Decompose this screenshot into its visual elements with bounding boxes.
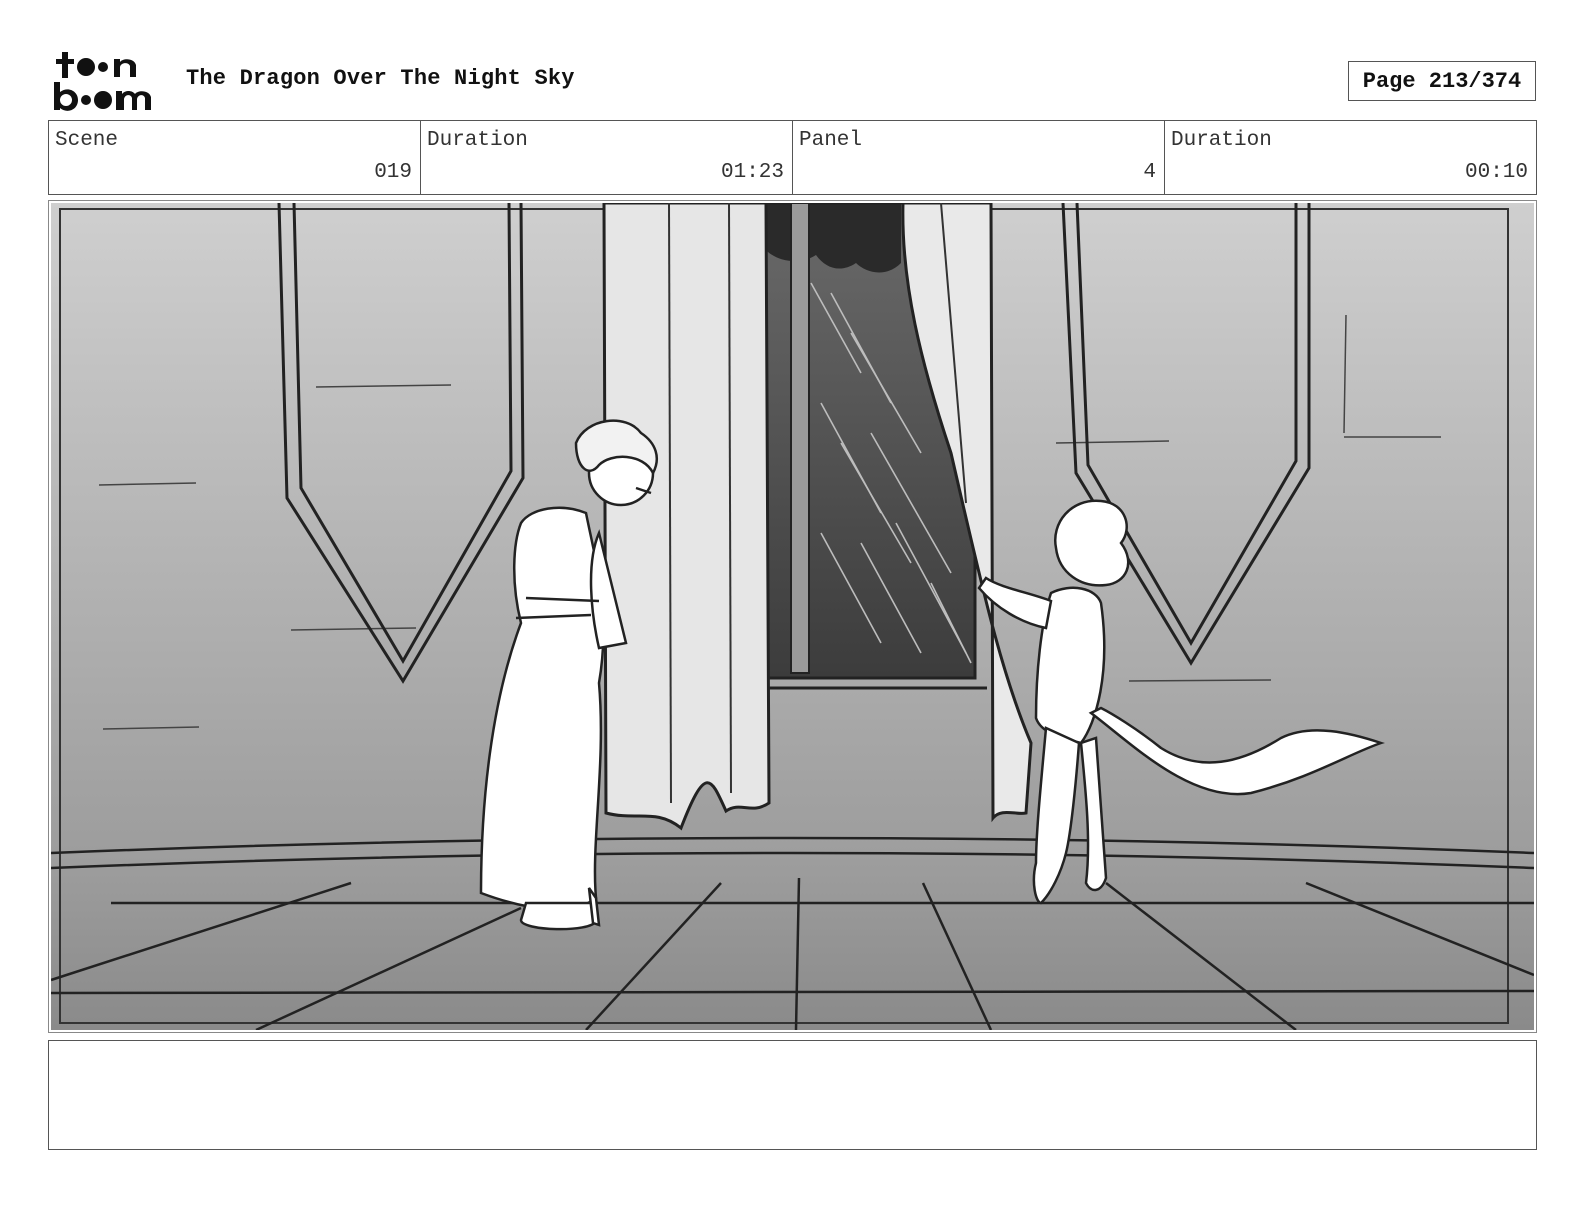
panel-notes bbox=[48, 1040, 1537, 1150]
page-indicator: Page 213/374 bbox=[1348, 61, 1536, 101]
panel-artwork bbox=[51, 203, 1534, 1030]
storyboard-panel bbox=[48, 200, 1537, 1033]
panel-duration-value: 00:10 bbox=[1464, 161, 1528, 184]
panel-duration-cell: Duration 00:10 bbox=[1165, 121, 1536, 194]
scene-duration-label: Duration bbox=[427, 129, 528, 152]
panel-value: 4 bbox=[1143, 161, 1156, 184]
scene-cell: Scene 019 bbox=[49, 121, 421, 194]
left-curtain bbox=[602, 203, 771, 831]
panel-label: Panel bbox=[799, 129, 863, 152]
project-title: The Dragon Over The Night Sky bbox=[186, 66, 575, 91]
scene-value: 019 bbox=[374, 161, 412, 184]
panel-cell: Panel 4 bbox=[793, 121, 1165, 194]
scene-duration-value: 01:23 bbox=[720, 161, 784, 184]
info-table: Scene 019 Duration 01:23 Panel 4 Duratio… bbox=[48, 120, 1537, 195]
panel-duration-label: Duration bbox=[1171, 129, 1272, 152]
scene-duration-cell: Duration 01:23 bbox=[421, 121, 793, 194]
toonboom-logo bbox=[52, 50, 164, 112]
scene-label: Scene bbox=[55, 129, 119, 152]
floor bbox=[51, 836, 1534, 1030]
